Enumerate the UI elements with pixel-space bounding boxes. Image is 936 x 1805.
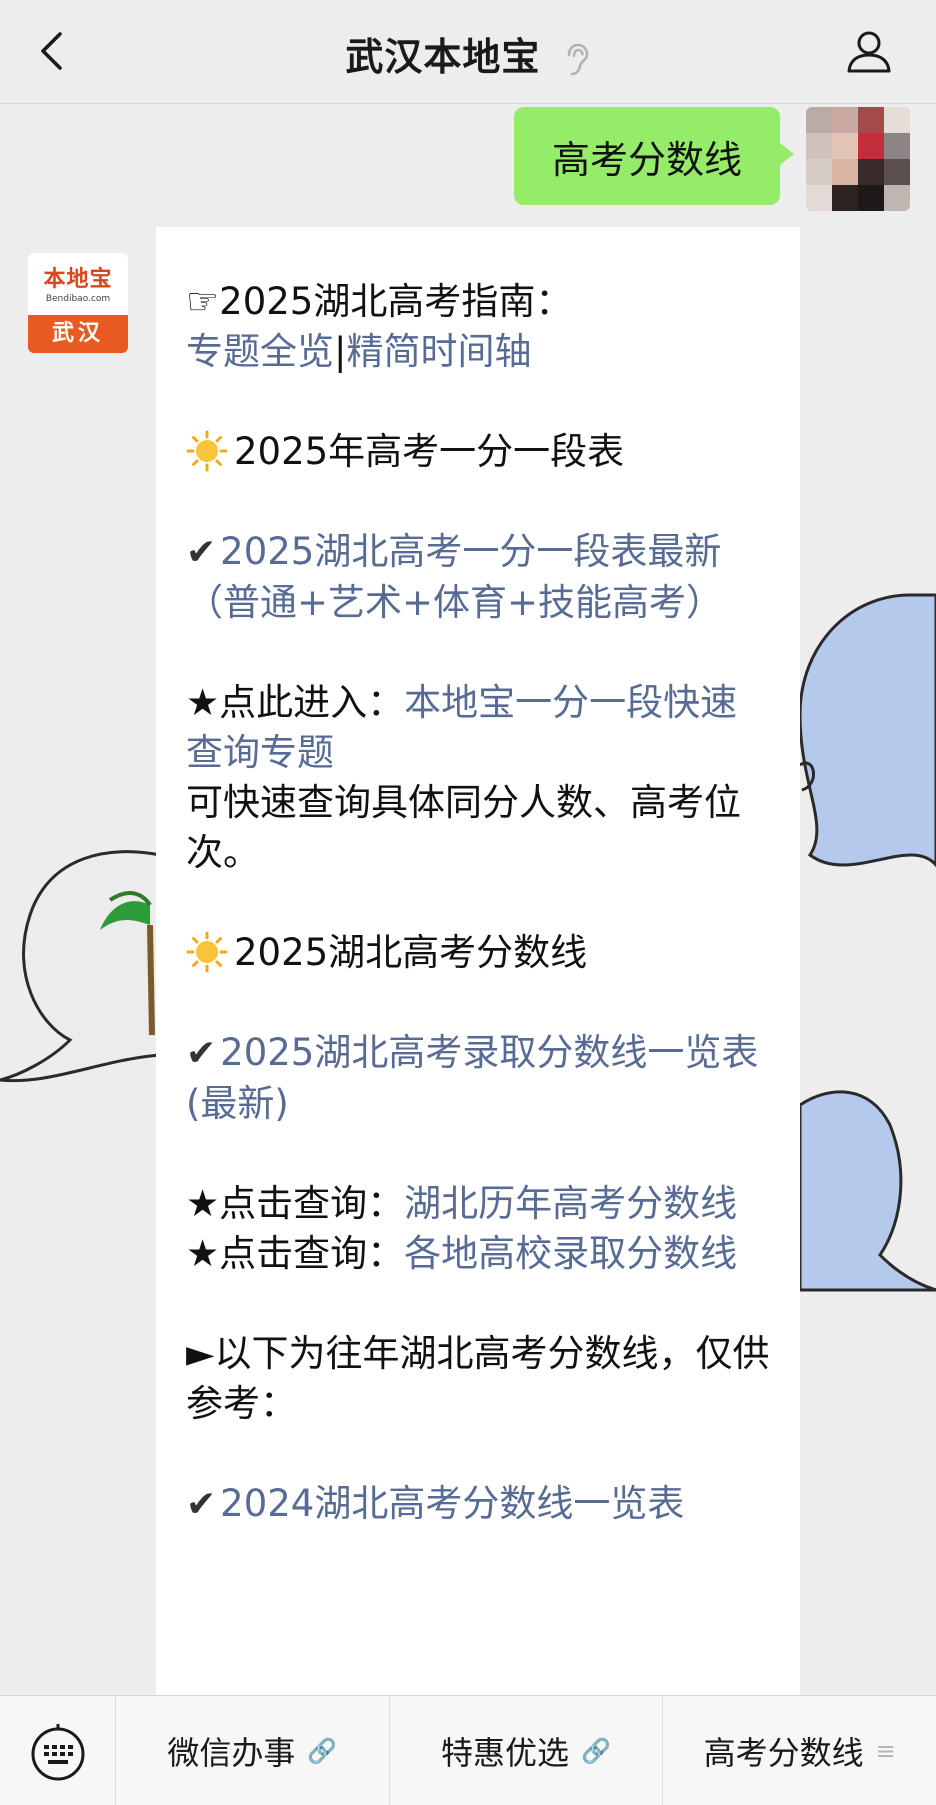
section2-link[interactable]: 2025湖北高考录取分数线一览表 (最新) [186,1031,758,1125]
menu-item-wechat-services[interactable]: 微信办事 🔗 [116,1696,390,1805]
guide-prefix: ☞2025湖北高考指南： [186,280,573,323]
bot-avatar-city: 武汉 [28,315,128,353]
user-avatar[interactable] [806,107,910,211]
link-icon: 🔗 [307,1736,338,1765]
bottom-menu: 微信办事 🔗 特惠优选 🔗 高考分数线 ≡ [0,1695,936,1805]
user-message-bubble[interactable]: 高考分数线 [514,107,794,205]
decor-bubble-right-top [798,593,936,868]
query2-line: ★点击查询：各地高校录取分数线 [186,1229,772,1279]
section1-link-line: ✔ 2025湖北高考一分一段表最新（普通+艺术+体育+技能高考） [186,527,772,628]
menu-item-gaokao-scores[interactable]: 高考分数线 ≡ [663,1696,936,1805]
section2-title: 2025湖北高考分数线 [234,931,588,974]
keyboard-icon [31,1724,84,1781]
sun-icon [186,931,228,973]
bot-avatar-domain: Bendibao.com [45,294,111,304]
ear-mode-icon [567,43,588,75]
past-note: ►以下为往年湖北高考分数线，仅供参考： [186,1332,770,1425]
bot-avatar[interactable]: 本地宝 Bendibao.com 武汉 [28,253,128,353]
user-avatar-image [806,107,910,211]
decor-bubble-left [0,850,162,1083]
query2-prefix: ★点击查询： [186,1232,405,1275]
entry-prefix: ★点此进入： [186,681,405,724]
guide-line: ☞2025湖北高考指南： 专题全览|精简时间轴 [186,277,772,377]
menu-item-label: 特惠优选 [441,1733,570,1772]
bot-avatar-brand: 本地宝 [43,267,113,292]
menu-item-deals[interactable]: 特惠优选 🔗 [390,1696,664,1805]
profile-icon[interactable] [844,26,894,76]
query1-line: ★点击查询：湖北历年高考分数线 [186,1179,772,1229]
guide-link-overview[interactable]: 专题全览 [186,330,334,373]
check-mark-icon: ✔ [186,1484,217,1525]
top-bar: 武汉本地宝 [0,0,936,104]
link-icon: 🔗 [581,1736,611,1765]
sun-icon [186,430,228,472]
menu-item-label: 微信办事 [167,1733,296,1772]
query1-prefix: ★点击查询： [186,1182,405,1225]
chat-title-text: 武汉本地宝 [345,35,541,79]
bot-avatar-top: 本地宝 Bendibao.com [28,253,128,313]
check-mark-icon: ✔ [186,532,217,573]
chat-title: 武汉本地宝 [0,26,936,81]
section2-link-line: ✔ 2025湖北高考录取分数线一览表 (最新) [186,1028,772,1129]
bot-message-card: ☞2025湖北高考指南： 专题全览|精简时间轴 2025年高考一分一段表 ✔ 20 [156,227,800,1695]
section2-title-line: 2025湖北高考分数线 [186,928,772,978]
query1-link[interactable]: 湖北历年高考分数线 [404,1182,737,1225]
section1-title-line: 2025年高考一分一段表 [186,427,772,477]
list-icon: ≡ [875,1736,896,1765]
user-message-text: 高考分数线 [551,137,742,182]
keyboard-toggle-button[interactable] [0,1696,116,1805]
entry-description: 可快速查询具体同分人数、高考位次。 [186,781,741,874]
menu-item-label: 高考分数线 [703,1733,864,1772]
chat-screen: 武汉本地宝 高考分数线 本地宝 Bendibao.com 武汉 ☞2025湖北高… [0,0,936,1805]
message-list[interactable]: 高考分数线 本地宝 Bendibao.com 武汉 ☞2025湖北高考指南： 专… [0,105,936,1695]
entry-line: ★点此进入：本地宝一分一段快速查询专题 [186,678,772,778]
check-mark-icon: ✔ [186,1033,217,1074]
decor-bubble-right-bottom [798,1090,936,1292]
past-link[interactable]: 2024湖北高考分数线一览表 [220,1482,684,1525]
section1-link[interactable]: 2025湖北高考一分一段表最新（普通+艺术+体育+技能高考） [186,530,723,624]
past-link-line: ✔ 2024湖北高考分数线一览表 [186,1479,772,1530]
guide-separator: | [334,330,347,373]
section1-title: 2025年高考一分一段表 [234,430,625,473]
guide-link-timeline[interactable]: 精简时间轴 [346,330,531,373]
query2-link[interactable]: 各地高校录取分数线 [404,1232,737,1275]
